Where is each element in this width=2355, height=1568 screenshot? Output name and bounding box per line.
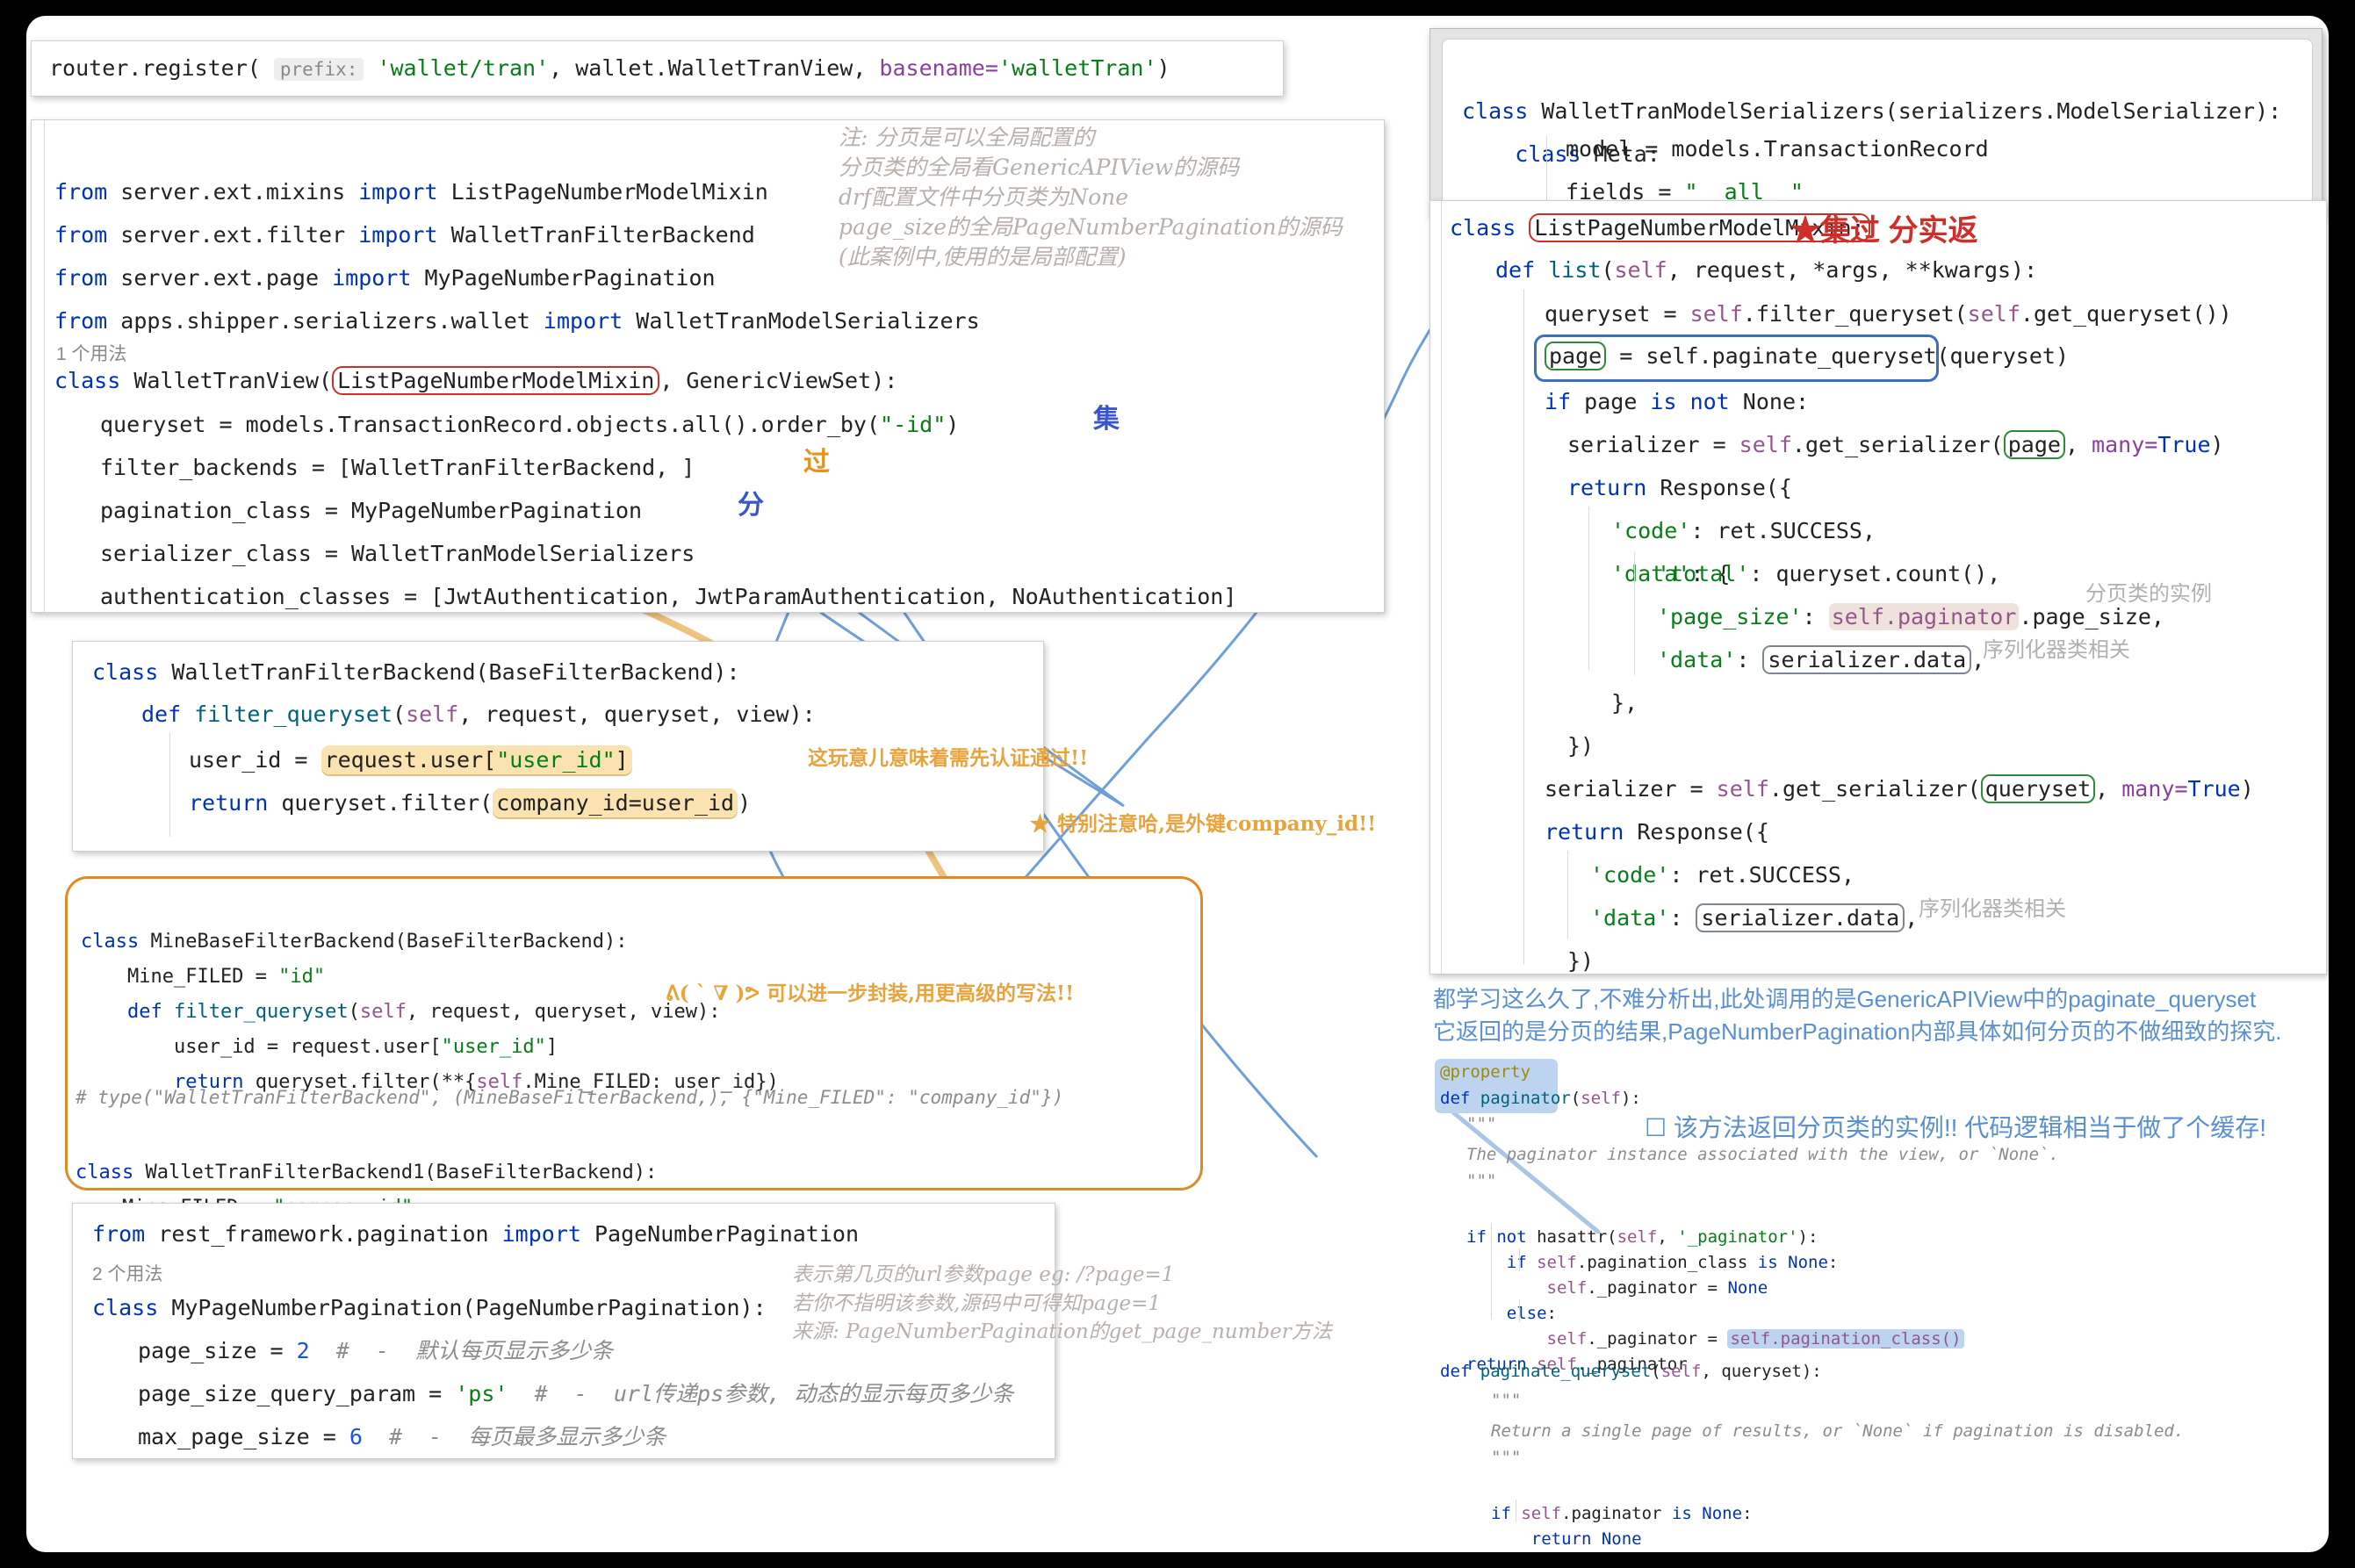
paginator-doc-text: The paginator instance associated with t… [1466, 1142, 2059, 1168]
mixin-dict1-close-outer: }) [1567, 724, 1594, 767]
mixin-if-line: if page is not None: [1545, 380, 1809, 423]
mixin-red-note: ★集过 分实返 [1790, 206, 1977, 249]
class-keyword: class [1450, 215, 1516, 241]
indent-guide [1546, 136, 1547, 206]
note-foreign-key: ★ 特别注意哈,是外键company_id!! [1030, 810, 1376, 838]
mixin-dict1-total: 'total': queryset.count(), [1657, 552, 2000, 595]
mixin-dict1-close-inner: }, [1611, 681, 1638, 724]
paginate-queryset-doc-open: """ [1491, 1388, 1521, 1413]
pagination-row-query-param: page_size_query_param = 'ps' # - url传递ps… [138, 1372, 1013, 1415]
editor-gutter [1441, 201, 1442, 974]
indent-guide [1567, 851, 1568, 939]
self-paginator-highlight: self.paginator [1829, 603, 2020, 630]
router-register-panel: router.register( prefix: 'wallet/tran', … [31, 40, 1284, 97]
note-encapsulate: ᕕ( ` ∇ )ᕗ 可以进一步封装,用更高级的写法!! [666, 980, 1074, 1007]
paginate-queryset-doc-close: """ [1491, 1445, 1521, 1471]
indent-guide [1491, 1223, 1492, 1320]
mine-base-filter-comment: # type("WalletTranFilterBackend", (MineB… [76, 1085, 1063, 1111]
basename-kw: basename= [879, 55, 997, 81]
indent-guide [1588, 507, 1589, 670]
prefix-value: 'wallet/tran' [377, 55, 549, 81]
mark-ji: 集 [1093, 397, 1120, 435]
indent-guide [1634, 552, 1635, 675]
view-class-body: queryset = models.TransactionRecord.obje… [100, 403, 1236, 618]
indent-guide [1523, 289, 1524, 965]
page-assign-rest: = self.paginate_queryset(queryset) [1606, 343, 2069, 369]
filter-backend-def-decl: def filter_queryset(self, request, query… [141, 693, 816, 736]
note-paginator-instance: 分页类的实例 [2085, 576, 2212, 607]
mark-guo: 过 [803, 440, 830, 478]
serializer-data-boxed-1: serializer.data [1762, 645, 1971, 674]
filter-backend-user-id-line: user_id = request.user["user_id"] [189, 738, 632, 781]
company-id-highlight: company_id=user_id [493, 788, 738, 817]
mixin-dict1-data: 'data': serializer.data, [1657, 638, 1984, 681]
paginator-decorator: @property def paginator(self): [1440, 1059, 1641, 1111]
mixin-serializer-line-1: serializer = self.get_serializer(page, m… [1567, 423, 2224, 466]
paginate-queryset-body: if self.paginator is None: return None r… [1491, 1476, 2240, 1552]
mixin-queryset-line: queryset = self.filter_queryset(self.get… [1545, 292, 2232, 335]
note-serializer-related-1: 序列化器类相关 [1983, 632, 2130, 663]
pagination-row-max-page-size: max_page_size = 6 # - 每页最多显示多少条 [138, 1415, 666, 1458]
mark-fen: 分 [738, 483, 764, 521]
paginator-body-code: if not hasattr(self, '_paginator'): if s… [1466, 1199, 1964, 1377]
page-var-boxed: page [1545, 342, 1606, 370]
pagination-class-decl: class MyPageNumberPagination(PageNumberP… [92, 1286, 767, 1329]
indent-guide [1519, 1299, 1520, 1322]
prefix-hint-chip: prefix: [274, 58, 364, 81]
mixin-dict2-close: }) [1567, 939, 1594, 982]
paginator-doc-open: """ [1466, 1111, 1496, 1137]
note-page-param: 表示第几页的url参数page eg: /?page=1 若你不指明该参数,源码… [792, 1261, 1332, 1347]
queryset-arg-boxed: queryset [1981, 774, 2095, 803]
serializer-data-boxed-2: serializer.data [1696, 903, 1905, 932]
view-class-decl: class WalletTranView(ListPageNumberModel… [54, 359, 897, 402]
pagination-import-line: from rest_framework.pagination import Pa… [73, 1204, 1055, 1255]
filter-backend-return-line: return queryset.filter(company_id=user_i… [189, 781, 751, 824]
mixin-return-line-2: return Response({ [1545, 810, 1769, 853]
mixin-dict2-code: 'code': ret.SUCCESS, [1590, 853, 1854, 896]
pagination-row-page-size: page_size = 2 # - 默认每页显示多少条 [138, 1329, 613, 1372]
paginate-queryset-doc-text: Return a single page of results, or `Non… [1491, 1419, 2184, 1444]
page-arg-boxed: page [2004, 430, 2065, 459]
mixin-list-def: def list(self, request, *args, **kwargs)… [1495, 248, 2037, 291]
paginate-queryset-def: def paginate_queryset(self, queryset): [1440, 1359, 1822, 1385]
filter-backend-class-decl: class WalletTranFilterBackend(BaseFilter… [73, 642, 1043, 694]
note-pagination-global: 注: 分页是可以全局配置的 分页类的全局看GenericAPIView的源码 d… [839, 123, 1343, 272]
notes-canvas: router.register( prefix: 'wallet/tran', … [26, 16, 2329, 1552]
wallet-tran-model-serializers-panel: class WalletTranModelSerializers(seriali… [1442, 39, 2313, 205]
mixin-serializer-line-2: serializer = self.get_serializer(queryse… [1545, 767, 2254, 810]
mixin-page-assign-line: page = self.paginate_queryset(queryset) [1545, 334, 2069, 378]
note-generic-apiview: 都学习这么久了,不难分析出,此处调用的是GenericAPIView中的pagi… [1433, 983, 2282, 1048]
mixin-name-boxed: ListPageNumberModelMixin [332, 366, 659, 395]
pagination-usage-label: 2 个用法 [92, 1262, 163, 1288]
basename-value: 'walletTran' [998, 55, 1157, 81]
note-auth: 这玩意儿意味着需先认证通过!! [808, 744, 1088, 772]
indent-guide [1519, 1248, 1520, 1271]
mixin-return-line-1: return Response({ [1567, 466, 1792, 509]
note-serializer-related-2: 序列化器类相关 [1919, 891, 2066, 922]
note-cache: ☐ 该方法返回分页类的实例!! 代码逻辑相当于做了个缓存! [1645, 1109, 2266, 1144]
indent-guide [169, 733, 170, 837]
mixin-dict2-data: 'data': serializer.data, [1590, 896, 1918, 939]
request-user-highlight: request.user["user_id"] [321, 745, 632, 774]
editor-gutter [44, 120, 45, 612]
paginator-doc-close: """ [1466, 1169, 1496, 1194]
router-register-code: router.register( prefix: 'wallet/tran', … [32, 41, 1283, 92]
